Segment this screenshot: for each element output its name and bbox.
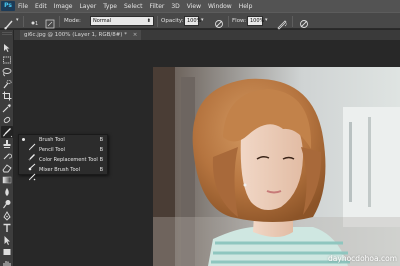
- separator: [292, 16, 293, 27]
- shape-tool-icon[interactable]: [1, 246, 13, 258]
- airbrush-icon[interactable]: [276, 15, 288, 30]
- separator: [228, 16, 229, 27]
- pressure-opacity-icon[interactable]: [213, 15, 225, 28]
- tool-preset-dropdown-icon[interactable]: ▾: [16, 17, 19, 23]
- flow-field[interactable]: 100%: [247, 16, 265, 26]
- flyout-item-label: Brush Tool: [39, 137, 65, 143]
- panel-grip[interactable]: [2, 32, 12, 35]
- document-tab-bar: gi6c.jpg @ 100% (Layer 1, RGB/8#) * ×: [14, 30, 400, 40]
- close-icon[interactable]: ×: [133, 32, 138, 38]
- menu-window[interactable]: Window: [208, 3, 232, 10]
- document-tab[interactable]: gi6c.jpg @ 100% (Layer 1, RGB/8#) * ×: [20, 30, 142, 40]
- brush-panel-toggle-icon[interactable]: [44, 15, 56, 29]
- flyout-item-shortcut: B: [99, 147, 103, 153]
- options-bar: ▾ 1 Mode: Normal ⬍ Opacity: 100% ▾ Flow:…: [0, 12, 400, 30]
- flyout-item-brush-tool[interactable]: Brush Tool B: [19, 135, 107, 151]
- eyedropper-tool-icon[interactable]: [1, 102, 13, 114]
- flow-value: 100%: [250, 18, 265, 24]
- path-selection-tool-icon[interactable]: [1, 234, 13, 246]
- menu-file[interactable]: File: [18, 3, 28, 10]
- mode-select[interactable]: Normal ⬍: [90, 16, 154, 26]
- menu-type[interactable]: Type: [103, 3, 117, 10]
- menu-help[interactable]: Help: [239, 3, 253, 10]
- color-replacement-icon: [28, 156, 36, 171]
- separator: [59, 16, 60, 27]
- quick-selection-tool-icon[interactable]: [1, 78, 13, 90]
- document-canvas-image[interactable]: dayhocdohoa.com: [153, 67, 400, 266]
- portrait-photo: [153, 67, 400, 266]
- menu-filter[interactable]: Filter: [150, 3, 165, 10]
- brush-size-value: 1: [35, 21, 39, 27]
- tool-preset-brush-icon[interactable]: [3, 15, 15, 30]
- hand-tool-icon[interactable]: [1, 258, 13, 266]
- document-title: gi6c.jpg @ 100% (Layer 1, RGB/8#) *: [24, 32, 127, 38]
- menu-select[interactable]: Select: [124, 3, 143, 10]
- opacity-dropdown-icon[interactable]: ▾: [201, 17, 204, 23]
- pressure-size-icon[interactable]: [298, 15, 310, 28]
- flyout-item-shortcut: B: [99, 137, 103, 143]
- marquee-tool-icon[interactable]: [1, 54, 13, 66]
- type-tool-icon[interactable]: [1, 222, 13, 234]
- flow-label: Flow:: [232, 18, 247, 24]
- mode-value: Normal: [93, 18, 112, 24]
- menu-edit[interactable]: Edit: [35, 3, 47, 10]
- mixer-brush-icon: [28, 166, 36, 181]
- flyout-item-pencil-tool[interactable]: Pencil Tool B: [19, 145, 107, 161]
- watermark-text: dayhocdohoa.com: [328, 254, 397, 263]
- flyout-item-label: Pencil Tool: [39, 147, 65, 153]
- opacity-field[interactable]: 100%: [184, 16, 202, 26]
- separator: [157, 16, 158, 27]
- flow-dropdown-icon[interactable]: ▾: [265, 17, 268, 23]
- mode-dropdown-icon: ⬍: [146, 18, 151, 24]
- blur-tool-icon[interactable]: [1, 186, 13, 198]
- menu-3d[interactable]: 3D: [171, 3, 179, 10]
- clone-stamp-tool-icon[interactable]: [1, 138, 13, 150]
- pencil-icon: [28, 146, 36, 161]
- crop-tool-icon[interactable]: [1, 90, 13, 102]
- gradient-tool-icon[interactable]: [1, 174, 13, 186]
- flyout-item-mixer-brush-tool[interactable]: Mixer Brush Tool B: [19, 165, 107, 181]
- menu-layer[interactable]: Layer: [79, 3, 96, 10]
- flyout-item-label: Color Replacement Tool: [39, 157, 98, 163]
- move-tool-icon[interactable]: [1, 42, 13, 54]
- flyout-item-color-replacement-tool[interactable]: Color Replacement Tool B: [19, 155, 107, 171]
- brush-tools-flyout: Brush Tool B Pencil Tool B Color Replace…: [18, 134, 108, 181]
- opacity-label: Opacity:: [161, 18, 184, 24]
- dodge-tool-icon[interactable]: [1, 198, 13, 210]
- flyout-item-shortcut: B: [99, 167, 103, 173]
- flyout-item-label: Mixer Brush Tool: [39, 167, 80, 173]
- brush-tool-icon[interactable]: [1, 126, 13, 138]
- opacity-value: 100%: [187, 18, 202, 24]
- lasso-tool-icon[interactable]: [1, 66, 13, 78]
- brush-icon: [28, 136, 36, 151]
- menu-view[interactable]: View: [187, 3, 201, 10]
- menu-image[interactable]: Image: [54, 3, 73, 10]
- pen-tool-icon[interactable]: [1, 210, 13, 222]
- healing-brush-tool-icon[interactable]: [1, 114, 13, 126]
- eraser-tool-icon[interactable]: [1, 162, 13, 174]
- tools-panel: [0, 30, 14, 266]
- separator: [23, 16, 24, 27]
- mode-label: Mode:: [64, 18, 81, 24]
- history-brush-tool-icon[interactable]: [1, 150, 13, 162]
- selected-bullet-icon: [22, 138, 25, 141]
- menu-bar: Ps File Edit Image Layer Type Select Fil…: [0, 0, 400, 12]
- flyout-item-shortcut: B: [99, 157, 103, 163]
- photoshop-logo: Ps: [1, 1, 15, 11]
